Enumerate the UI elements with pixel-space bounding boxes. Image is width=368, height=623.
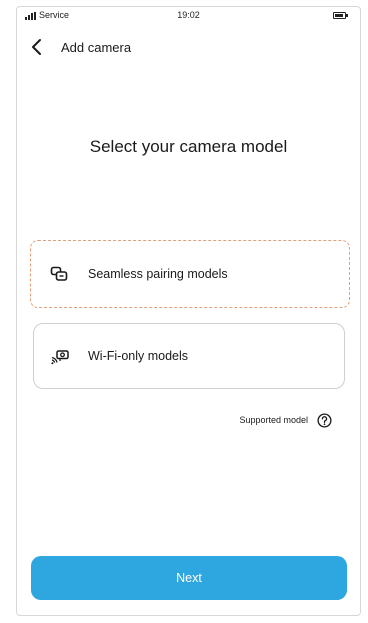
option-wifi-only[interactable]: Wi-Fi-only models [33,323,345,389]
status-time: 19:02 [177,10,200,20]
back-button[interactable] [27,35,47,59]
option-seamless-pairing[interactable]: Seamless pairing models [30,240,350,308]
supported-model-label: Supported model [239,415,308,425]
supported-model-link[interactable]: Supported model [239,411,332,429]
chevron-left-icon [32,39,41,55]
option-label: Wi-Fi-only models [88,349,189,363]
help-circle-icon [317,412,332,428]
option-label: Seamless pairing models [88,267,228,281]
phone-frame: Service 19:02 Add camera Select your cam… [16,6,361,616]
status-bar: Service 19:02 [17,7,360,25]
page-title: Select your camera model [89,137,288,156]
next-button[interactable]: Next [31,556,347,600]
page-header-title: Add camera [61,40,132,55]
wifi-camera-icon [51,350,69,365]
battery-icon [333,12,348,19]
pairing-icon [50,266,68,281]
header: Add camera [17,33,360,63]
